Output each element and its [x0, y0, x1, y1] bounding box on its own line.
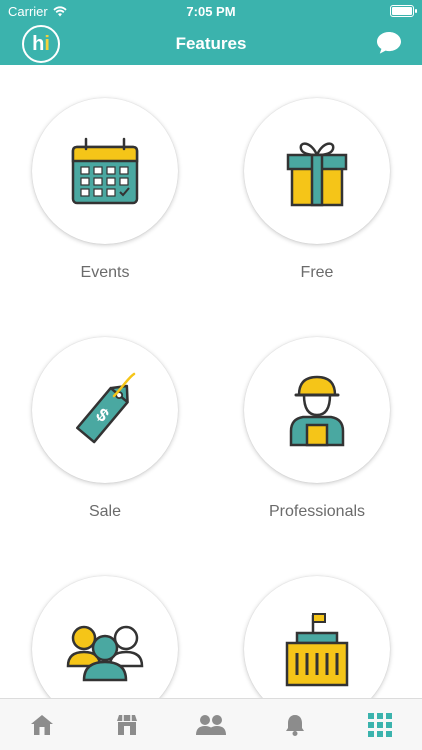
- tab-people[interactable]: [181, 705, 241, 745]
- features-grid: Events Free $ Sale Professionals: [0, 65, 422, 698]
- feature-tile-sale[interactable]: $ Sale: [32, 337, 178, 521]
- status-bar: Carrier 7:05 PM: [0, 0, 422, 22]
- worker-icon: [289, 375, 345, 447]
- group-icon: [66, 625, 144, 682]
- store-icon: [116, 714, 137, 735]
- feature-label: Professionals: [268, 503, 366, 520]
- chat-icon[interactable]: [376, 31, 402, 55]
- home-icon: [31, 714, 54, 735]
- feature-tile-events[interactable]: Events: [32, 98, 178, 282]
- calendar-icon: [71, 137, 139, 205]
- tab-store[interactable]: [97, 705, 157, 745]
- tab-bar: [0, 698, 422, 750]
- grid-icon: [367, 712, 392, 737]
- feature-circle[interactable]: [244, 337, 390, 483]
- feature-circle[interactable]: [244, 576, 390, 698]
- feature-label: Sale: [88, 503, 122, 520]
- gift-icon: [286, 142, 348, 207]
- bell-icon: [286, 714, 305, 736]
- feature-circle[interactable]: [32, 98, 178, 244]
- feature-circle[interactable]: [244, 98, 390, 244]
- tab-home[interactable]: [12, 705, 72, 745]
- feature-circle[interactable]: [32, 576, 178, 698]
- feature-tile-building[interactable]: [244, 576, 390, 698]
- tab-notifications[interactable]: [265, 705, 325, 745]
- page-title: Features: [175, 34, 247, 53]
- feature-circle[interactable]: $: [32, 337, 178, 483]
- feature-tile-group[interactable]: [32, 576, 178, 698]
- status-time: 7:05 PM: [186, 4, 236, 19]
- building-icon: [285, 613, 349, 687]
- tab-features[interactable]: [350, 705, 410, 745]
- battery-icon: [390, 5, 417, 17]
- feature-tile-professionals[interactable]: Professionals: [244, 337, 390, 521]
- nav-bar: hi Features: [0, 22, 422, 65]
- feature-tile-free[interactable]: Free: [244, 98, 390, 282]
- price-tag-icon: $: [76, 372, 136, 444]
- feature-label: Free: [300, 264, 334, 281]
- feature-label: Events: [80, 264, 130, 281]
- people-icon: [195, 714, 226, 735]
